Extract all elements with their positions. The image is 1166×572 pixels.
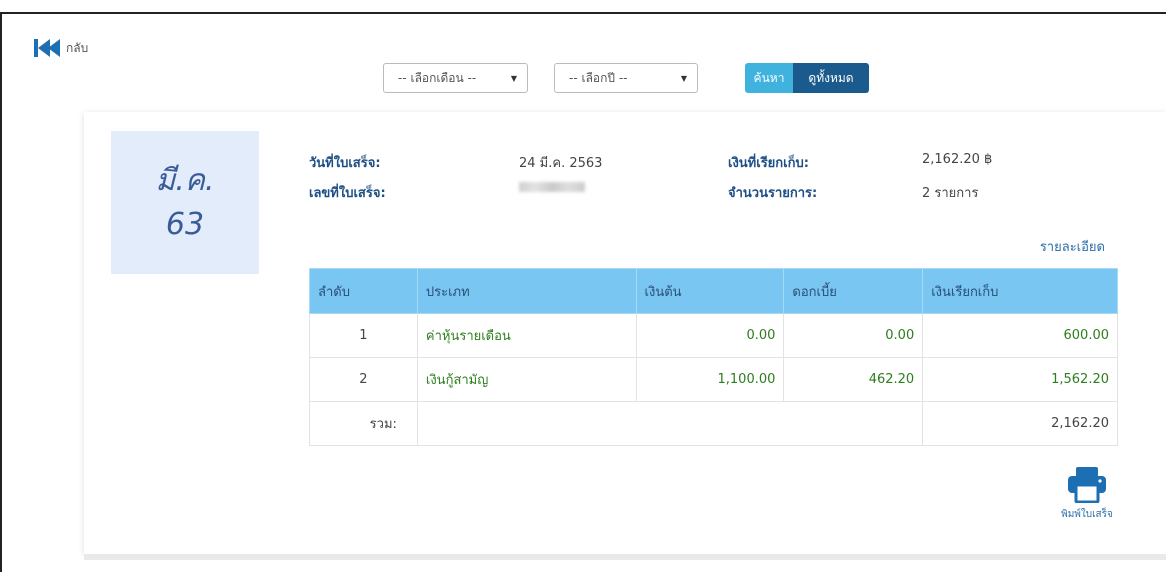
table-total-row: รวม: 2,162.20 [309,401,1118,446]
total-spacer [416,401,924,446]
header-charged: เงินเรียกเก็บ [922,268,1118,314]
chevron-down-icon: ▼ [680,73,687,83]
receipt-month-badge: มี.ค. 63 [111,131,259,274]
detail-link[interactable]: รายละเอียด [1040,236,1105,257]
print-label: พิมพ์ใบเสร็จ [1061,509,1113,520]
item-count-value: 2 รายการ [922,186,979,201]
total-label: รวม: [309,401,418,446]
receipt-number-redacted [519,182,585,192]
header-principal: เงินต้น [635,268,785,314]
row-no: 1 [309,313,418,358]
row-interest: 0.00 [783,313,924,358]
header-no: ลำดับ [309,268,418,314]
table-header-row: ลำดับ ประเภท เงินต้น ดอกเบี้ย เงินเรียกเ… [309,268,1118,314]
row-principal: 1,100.00 [635,357,785,402]
row-principal: 0.00 [635,313,785,358]
item-count-label: จำนวนรายการ: [728,186,818,201]
row-interest: 462.20 [783,357,924,402]
row-no: 2 [309,357,418,402]
table-row: 1 ค่าหุ้นรายเดือน 0.00 0.00 600.00 [309,313,1118,358]
month-select-value: -- เลือกเดือน -- [398,70,477,85]
year-select[interactable]: -- เลือกปี -- ▼ [554,63,698,93]
row-charged: 1,562.20 [922,357,1118,402]
back-button[interactable]: กลับ [34,37,88,58]
chevron-down-icon: ▼ [510,73,517,83]
header-interest: ดอกเบี้ย [783,268,924,314]
search-button[interactable]: ค้นหา [745,63,793,93]
receipt-year: 63 [165,206,205,242]
amount-label: เงินที่เรียกเก็บ: [728,156,809,171]
table-row: 2 เงินกู้สามัญ 1,100.00 462.20 1,562.20 [309,357,1118,402]
card-divider [84,554,1166,560]
receipt-number-label: เลขที่ใบเสร็จ: [309,186,386,201]
row-type: เงินกู้สามัญ [416,357,637,402]
filter-buttons: ค้นหา ดูทั้งหมด [745,63,869,93]
total-value: 2,162.20 [922,401,1118,446]
printer-icon [1068,467,1106,503]
receipt-month: มี.ค. [155,162,215,198]
fast-backward-icon [34,38,60,57]
header-type: ประเภท [416,268,637,314]
receipt-date-label: วันที่ใบเสร็จ: [309,156,381,171]
year-select-value: -- เลือกปี -- [569,70,628,85]
view-all-button[interactable]: ดูทั้งหมด [793,63,869,93]
print-receipt-button[interactable]: พิมพ์ใบเสร็จ [1057,467,1117,522]
row-charged: 600.00 [922,313,1118,358]
amount-value: 2,162.20 ฿ [922,152,993,167]
row-type: ค่าหุ้นรายเดือน [416,313,637,358]
back-label: กลับ [66,41,89,55]
receipt-date-value: 24 มี.ค. 2563 [519,156,603,171]
receipt-items-table: ลำดับ ประเภท เงินต้น ดอกเบี้ย เงินเรียกเ… [309,268,1118,446]
month-select[interactable]: -- เลือกเดือน -- ▼ [383,63,528,93]
